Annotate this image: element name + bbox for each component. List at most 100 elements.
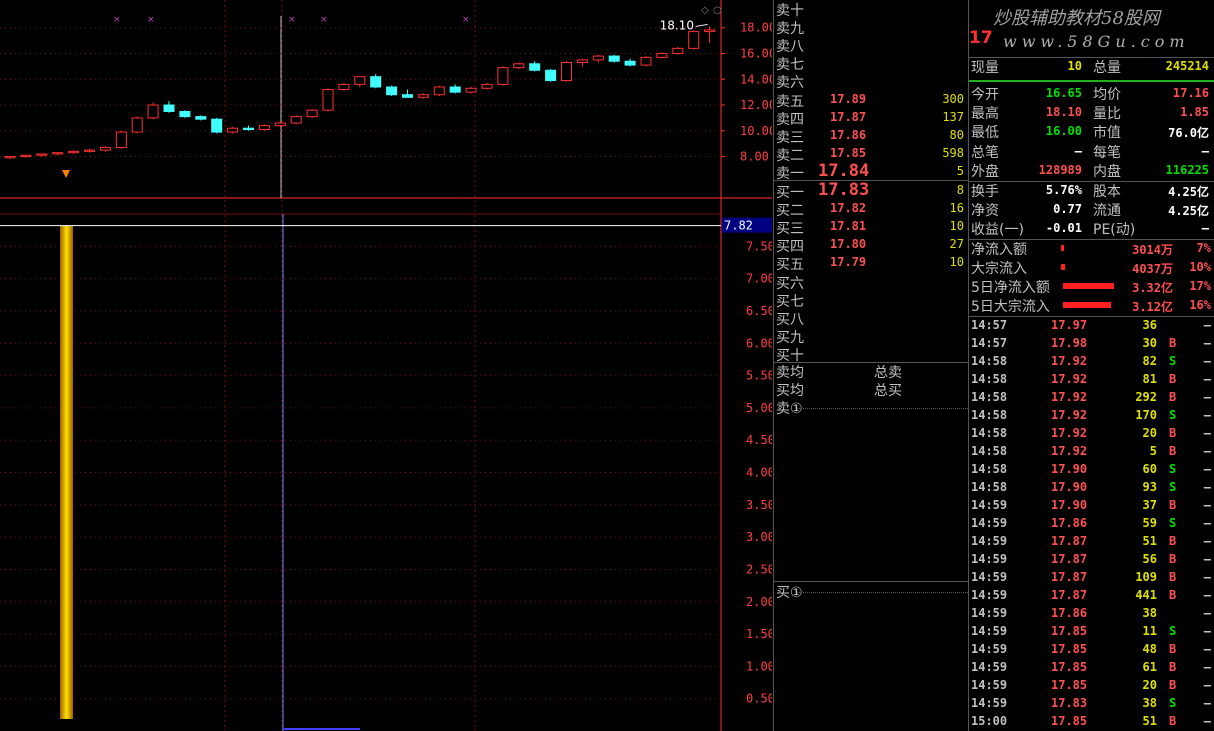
chart-panel[interactable]: 18.00 16.00 14.00 12.00 10.00 8.00 18.10 × × × × × ◇… — [0, 0, 772, 731]
sell-level-row[interactable]: 卖七 — [774, 54, 968, 73]
trade-price: 17.85 — [1051, 678, 1088, 692]
trade-extra: – — [1203, 426, 1211, 440]
sell-level-row[interactable]: 卖十 — [774, 0, 968, 19]
capital-flow-label: 大宗流入 — [971, 261, 1027, 277]
order-level-label: 买七 — [776, 293, 804, 310]
order-level-label: 卖二 — [776, 147, 804, 164]
sell-level-row[interactable]: 卖八 — [774, 36, 968, 56]
candle-body — [163, 104, 175, 112]
candle-body — [4, 156, 16, 159]
trade-row[interactable]: 14:59 17.90 37 B – — [969, 497, 1214, 515]
per-trade-value: – — [1201, 143, 1209, 158]
trade-price: 17.87 — [1051, 552, 1088, 566]
candle-body — [338, 83, 350, 91]
order-level-label: 买八 — [776, 311, 804, 328]
trade-row[interactable]: 14:58 17.92 292 B – — [969, 389, 1214, 407]
trade-price: 17.85 — [1051, 714, 1088, 728]
trade-time: 14:59 — [971, 660, 1008, 674]
sell-avg-label: 卖均 — [776, 365, 804, 381]
trade-side: B — [1169, 426, 1177, 440]
trade-row[interactable]: 14:59 17.85 48 B – — [969, 641, 1214, 659]
trade-price: 17.90 — [1051, 462, 1088, 476]
buy-level-row[interactable]: 买二 17.82 16 — [774, 200, 968, 219]
buy-level-row[interactable]: 买五 17.79 10 — [774, 254, 968, 273]
total-volume-label: 总量 — [1093, 60, 1121, 76]
candle-body — [131, 117, 143, 133]
buy-level-row[interactable]: 买六 — [774, 273, 968, 292]
trade-time: 14:58 — [971, 480, 1008, 494]
trade-volume: 5 — [1149, 444, 1157, 458]
sell-level-row[interactable]: 卖六 — [774, 72, 968, 91]
trade-row[interactable]: 14:59 17.87 441 B – — [969, 587, 1214, 605]
trade-volume: 51 — [1142, 534, 1157, 548]
trade-row[interactable]: 14:59 17.86 59 S – — [969, 515, 1214, 533]
order-volume: 10 — [949, 255, 964, 270]
trade-time: 14:59 — [971, 606, 1008, 620]
trade-extra: – — [1203, 588, 1211, 602]
capital-flow-label: 5日大宗流入 — [971, 299, 1050, 315]
trade-row[interactable]: 14:58 17.90 93 S – — [969, 479, 1214, 497]
sell-level-row[interactable]: 卖九 — [774, 18, 968, 37]
trade-row[interactable]: 14:58 17.92 81 B – — [969, 371, 1214, 389]
trade-volume: 61 — [1142, 660, 1157, 674]
sell-level-row[interactable]: 卖二 17.85 598 — [774, 145, 968, 164]
trade-time: 14:59 — [971, 642, 1008, 656]
buy-level-row[interactable]: 买八 — [774, 309, 968, 328]
trade-row[interactable]: 14:59 17.85 20 B – — [969, 677, 1214, 695]
trade-time: 14:58 — [971, 408, 1008, 422]
candle-body — [211, 118, 223, 133]
trade-row[interactable]: 14:58 17.92 170 S – — [969, 407, 1214, 425]
trade-row[interactable]: 14:57 17.98 30 B – — [969, 335, 1214, 353]
vol-divider — [969, 80, 1214, 82]
kline-chart[interactable]: 18.00 16.00 14.00 12.00 10.00 8.00 18.10 × × × × × ◇… — [0, 0, 772, 731]
capital-flow-percent: 16% — [1189, 298, 1211, 312]
candle-body — [545, 69, 557, 82]
candle-body — [227, 127, 239, 133]
trade-volume: 59 — [1142, 516, 1157, 530]
capital-flow-bar — [1061, 245, 1064, 251]
trade-row[interactable]: 14:58 17.92 20 B – — [969, 425, 1214, 443]
float-shares-value: 4.25亿 — [1168, 204, 1209, 219]
order-volume: 80 — [949, 127, 964, 142]
order-price: 17.83 — [818, 180, 870, 200]
buy-level-row[interactable]: 买一 17.83 8 — [774, 180, 968, 201]
order-price: 17.81 — [830, 219, 867, 234]
buy-level-row[interactable]: 买十 — [774, 345, 968, 364]
trade-row[interactable]: 14:59 17.86 38 – — [969, 605, 1214, 623]
trade-volume: 109 — [1135, 570, 1157, 584]
trade-row[interactable]: 14:57 17.97 36 – — [969, 317, 1214, 335]
trade-row[interactable]: 14:59 17.83 38 S – — [969, 695, 1214, 713]
pe-ratio-value: – — [1201, 221, 1209, 236]
high-pointer — [695, 23, 708, 27]
trade-row[interactable]: 14:58 17.90 60 S – — [969, 461, 1214, 479]
candle-body — [20, 154, 32, 158]
trade-volume: 37 — [1142, 498, 1157, 512]
order-level-label: 卖八 — [776, 39, 804, 56]
trade-volume: 30 — [1142, 336, 1157, 350]
trade-row[interactable]: 14:59 17.85 11 S – — [969, 623, 1214, 641]
buy-level-row[interactable]: 买七 — [774, 291, 968, 310]
trade-extra: – — [1203, 354, 1211, 368]
order-volume: 5 — [956, 163, 964, 178]
trade-row[interactable]: 14:59 17.87 109 B – — [969, 569, 1214, 587]
trade-side: S — [1169, 462, 1177, 476]
trade-row[interactable]: 14:59 17.87 51 B – — [969, 533, 1214, 551]
sell-level-row[interactable]: 卖五 17.89 300 — [774, 91, 968, 110]
sell-level-row[interactable]: 卖四 17.87 137 — [774, 109, 968, 128]
trade-time: 14:59 — [971, 624, 1008, 638]
trade-row[interactable]: 14:59 17.85 61 B – — [969, 659, 1214, 677]
sell-level-row[interactable]: 卖一 17.84 5 — [774, 161, 968, 182]
trade-row[interactable]: 14:58 17.92 82 S – — [969, 353, 1214, 371]
buy-level-row[interactable]: 买四 17.80 27 — [774, 236, 968, 255]
low-value: 16.00 — [1045, 124, 1082, 139]
trade-row[interactable]: 14:59 17.87 56 B – — [969, 551, 1214, 569]
buy-level-row[interactable]: 买九 — [774, 327, 968, 346]
sell-level-row[interactable]: 卖三 17.86 80 — [774, 127, 968, 146]
trade-side: S — [1169, 696, 1177, 710]
order-level-label: 买一 — [776, 185, 804, 201]
buy-level-row[interactable]: 买三 17.81 10 — [774, 218, 968, 237]
trade-side: S — [1169, 354, 1177, 368]
trade-row[interactable]: 14:58 17.92 5 B – — [969, 443, 1214, 461]
open-value: 16.65 — [1045, 86, 1082, 100]
trade-row[interactable]: 15:00 17.85 51 B – — [969, 713, 1214, 731]
